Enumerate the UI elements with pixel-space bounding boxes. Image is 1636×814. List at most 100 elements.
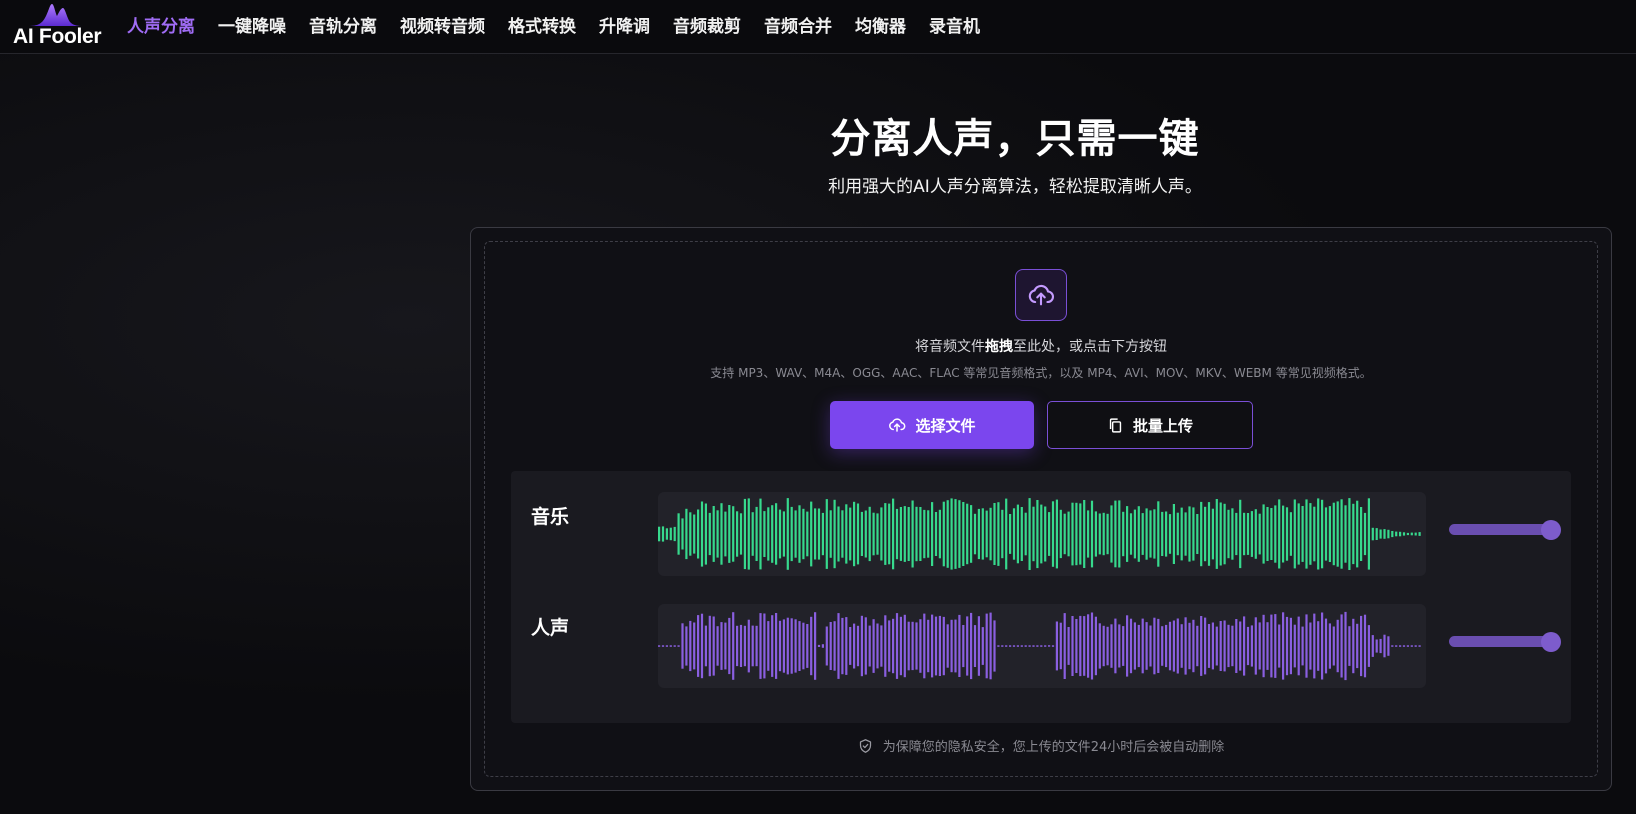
waveform-bar (1044, 506, 1047, 562)
waveform-bar (782, 511, 785, 557)
music-volume-handle[interactable] (1541, 520, 1561, 540)
nav-item-format-convert[interactable]: 格式转换 (508, 12, 576, 37)
waveform-bar (837, 506, 840, 562)
waveform-bar (1395, 531, 1398, 537)
waveform-bar (1126, 506, 1129, 562)
waveform-bar (704, 625, 707, 667)
waveform-bar (724, 511, 727, 557)
waveform-bar (794, 510, 797, 558)
waveform-bar (1418, 532, 1421, 536)
waveform-bar (810, 616, 813, 676)
vocal-volume-handle[interactable] (1541, 632, 1561, 652)
waveform-bar (1418, 645, 1421, 647)
upload-icon-box[interactable] (1015, 269, 1067, 321)
nav-item-recorder[interactable]: 录音机 (929, 12, 980, 37)
waveform-bar (1227, 509, 1230, 559)
waveform-bar (1040, 504, 1043, 564)
waveform-bar (794, 619, 797, 673)
waveform-bar (872, 619, 875, 673)
waveform-bar (938, 509, 941, 559)
waveform-bar (1071, 616, 1074, 676)
waveform-bar (1012, 645, 1016, 647)
waveform-bar (997, 502, 1000, 566)
waveform-bar (661, 645, 665, 647)
waveform-bar (1336, 501, 1339, 567)
waveform-bar (1028, 498, 1031, 570)
batch-upload-button[interactable]: 批量上传 (1047, 401, 1253, 449)
shield-check-icon (859, 738, 871, 753)
waveform-bar (907, 507, 910, 561)
waveform-bar (825, 626, 828, 666)
waveform-bar (1297, 616, 1300, 676)
waveform-bar (841, 617, 844, 675)
waveform-bar (1266, 507, 1269, 561)
waveform-bar (724, 622, 727, 670)
waveform-bar (1211, 508, 1214, 560)
nav-item-equalizer[interactable]: 均衡器 (855, 12, 906, 37)
waveform-bar (716, 626, 719, 666)
waveform-bar (1200, 616, 1203, 676)
waveform-bar (755, 506, 758, 561)
waveform-bar (1048, 512, 1051, 556)
waveform-bar (677, 645, 680, 647)
nav-item-video-to-audio[interactable]: 视频转音频 (400, 12, 485, 37)
nav-item-vocal-separation[interactable]: 人声分离 (127, 12, 195, 37)
waveform-bar (1309, 503, 1312, 565)
waveform-bar (1324, 618, 1328, 674)
drop-hint-bold: 拖拽 (985, 339, 1013, 355)
waveform-bar (1270, 508, 1273, 560)
waveform-bar (1106, 513, 1109, 555)
waveform-bar (697, 615, 700, 677)
waveform-bar (989, 612, 992, 680)
waveform-bar (1285, 616, 1289, 676)
waveform-bar (1410, 532, 1413, 536)
waveform-bar (1153, 617, 1156, 675)
nav-item-audio-merge[interactable]: 音频合并 (764, 12, 832, 37)
waveform-bar (1235, 512, 1238, 556)
nav-item-track-separation[interactable]: 音轨分离 (309, 12, 377, 37)
waveform-bar (1032, 645, 1035, 647)
waveform-bar (665, 645, 668, 647)
waveform-bar (895, 613, 899, 679)
waveform-bar (1184, 617, 1187, 675)
waveform-bar (790, 506, 793, 562)
waveform-bar (1012, 508, 1016, 560)
nav-item-noise-reduction[interactable]: 一键降噪 (218, 12, 286, 37)
waveform-bar (1090, 500, 1094, 568)
waveform-bar (1129, 618, 1133, 674)
waveform-bar (786, 498, 789, 570)
cloud-upload-icon (1028, 284, 1054, 306)
waveform-bar (1207, 624, 1211, 668)
waveform-bar (806, 511, 809, 557)
waveform-bar (868, 506, 871, 562)
waveform-bar (1352, 503, 1355, 565)
waveform-bar (1231, 508, 1234, 560)
waveform-bar (989, 507, 992, 561)
waveform-bar (685, 626, 688, 666)
waveform-bar (993, 620, 996, 672)
waveform-bar (1137, 506, 1140, 562)
waveform-bar (763, 613, 766, 679)
waveform-bar (732, 506, 735, 562)
waveform-bar (743, 625, 746, 667)
waveform-bar (884, 503, 887, 565)
waveform-bar (665, 528, 668, 540)
waveform-bar (997, 645, 1000, 647)
waveform-bar (720, 503, 723, 565)
music-volume-slider[interactable] (1449, 524, 1553, 535)
nav-item-pitch-shift[interactable]: 升降调 (599, 12, 650, 37)
select-file-button[interactable]: 选择文件 (830, 401, 1034, 449)
waveform-bar (1289, 617, 1292, 675)
waveform-bar (1180, 624, 1183, 668)
vocal-volume-slider[interactable] (1449, 636, 1553, 647)
waveform-bar (1235, 619, 1238, 673)
waveform-bar (1328, 506, 1331, 562)
waveform-bar (1204, 617, 1207, 675)
waveform-bar (876, 513, 879, 555)
waveform-bar (833, 499, 836, 569)
waveform-bar (1192, 619, 1195, 673)
nav-item-audio-trim[interactable]: 音频裁剪 (673, 12, 741, 37)
waveform-bar (673, 526, 676, 542)
brand-logo[interactable]: AI Fooler (12, 2, 102, 50)
waveform-bar (1270, 614, 1273, 678)
